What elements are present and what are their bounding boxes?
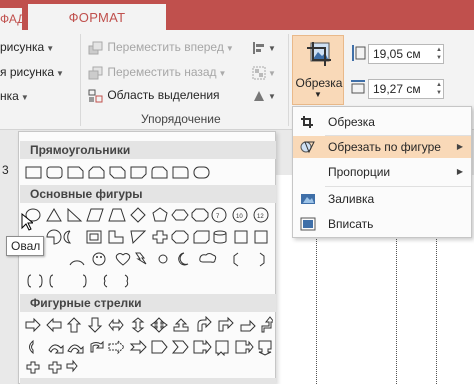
height-icon bbox=[352, 45, 366, 61]
rectangles-row bbox=[23, 164, 273, 184]
shape-tooltip: Овал bbox=[6, 236, 44, 256]
group-icon bbox=[252, 66, 266, 80]
menu-item-fill[interactable]: Заливка bbox=[293, 188, 471, 210]
arrows-row-1 bbox=[23, 316, 273, 336]
ribbon-separator bbox=[288, 34, 289, 126]
menu-item-aspect-ratio[interactable]: Пропорции ▶ bbox=[293, 161, 471, 183]
menu-item-fit[interactable]: Вписать bbox=[293, 213, 471, 235]
menu-item-crop[interactable]: Обрезка bbox=[293, 111, 471, 133]
chevron-down-icon: ▼ bbox=[314, 90, 322, 99]
menu-item-crop-to-shape[interactable]: Обрезать по фигуре ▶ bbox=[293, 136, 471, 158]
crop-dropdown-menu: Обрезка Обрезать по фигуре ▶ Пропорции ▶ З… bbox=[292, 106, 472, 238]
crop-button-label: Обрезка bbox=[295, 76, 343, 90]
selection-pane-button[interactable]: Область выделения bbox=[88, 88, 220, 103]
ribbon-left-item-2[interactable]: я рисунка ▼ bbox=[0, 65, 64, 79]
bring-forward-button[interactable]: Переместить вперед ▼ bbox=[88, 40, 234, 55]
send-backward-button[interactable]: Переместить назад ▼ bbox=[88, 65, 226, 80]
rotate-button[interactable]: ▼ bbox=[252, 88, 276, 103]
fit-icon bbox=[300, 217, 316, 231]
svg-text:10: 10 bbox=[236, 214, 243, 220]
crop-to-shape-icon bbox=[300, 141, 315, 154]
crop-picture-icon bbox=[307, 42, 331, 66]
basic-row-2 bbox=[23, 228, 273, 248]
arrows-row-3 bbox=[23, 359, 103, 379]
basic-row-3 bbox=[23, 250, 273, 270]
arrows-row-2 bbox=[23, 338, 273, 358]
basic-row-4 bbox=[23, 272, 273, 292]
tab-format[interactable]: ФОРМАТ bbox=[28, 4, 166, 30]
arrange-group-label: Упорядочение bbox=[141, 112, 221, 126]
ribbon-left-item-3[interactable]: нка ▼ bbox=[0, 89, 29, 103]
height-field[interactable]: 19,05 см ▲ ▼ bbox=[368, 44, 444, 64]
align-icon bbox=[253, 41, 264, 54]
left-edge: 3 bbox=[0, 131, 18, 384]
crop-button[interactable]: Обрезка ▼ bbox=[292, 35, 344, 105]
menu-separator bbox=[325, 186, 471, 187]
section-basic-shapes: Основные фигуры bbox=[20, 185, 276, 203]
ribbon-separator bbox=[80, 34, 81, 126]
selection-pane-icon bbox=[88, 89, 103, 103]
section-block-arrows: Фигурные стрелки bbox=[20, 294, 276, 312]
group-button[interactable]: ▼ bbox=[252, 65, 276, 80]
ribbon-left-item-1[interactable]: рисунка ▼ bbox=[0, 40, 54, 54]
svg-text:7: 7 bbox=[216, 214, 220, 220]
ribbon-tab-bar: ФАД ФОРМАТ bbox=[0, 0, 474, 30]
mouse-cursor-icon bbox=[21, 213, 33, 231]
svg-text:12: 12 bbox=[257, 214, 264, 220]
send-backward-icon bbox=[88, 66, 103, 80]
bring-forward-icon bbox=[88, 41, 103, 55]
width-icon bbox=[351, 80, 365, 94]
tab-partial[interactable]: ФАД bbox=[0, 8, 22, 30]
basic-row-1: 7 10 12 bbox=[23, 206, 273, 226]
crop-icon bbox=[301, 116, 313, 128]
section-next bbox=[20, 378, 276, 384]
shapes-gallery: Прямоугольники Основные фигуры 7 10 12 Ф… bbox=[18, 131, 276, 384]
section-rectangles: Прямоугольники bbox=[20, 141, 276, 159]
align-button[interactable]: ▼ bbox=[252, 40, 276, 55]
rotate-icon bbox=[254, 90, 264, 101]
width-field[interactable]: 19,27 см ▲ ▼ bbox=[368, 79, 444, 99]
fill-icon bbox=[301, 194, 315, 204]
